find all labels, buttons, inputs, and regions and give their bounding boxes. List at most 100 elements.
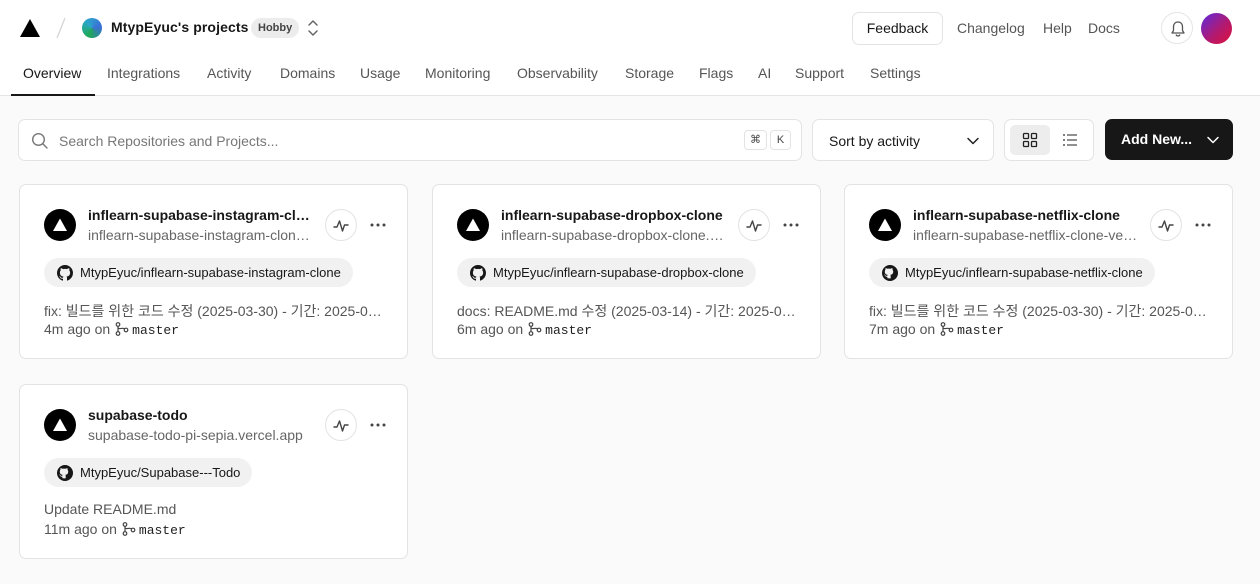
triangle-logo-icon <box>53 418 67 431</box>
project-card[interactable]: inflearn-supabase-netflix-clone inflearn… <box>844 184 1233 359</box>
project-card[interactable]: supabase-todo supabase-todo-pi-sepia.ver… <box>19 384 408 559</box>
github-icon <box>470 265 486 281</box>
docs-link[interactable]: Docs <box>1088 20 1120 36</box>
team-avatar[interactable] <box>82 18 102 38</box>
tab-bar: Overview Integrations Activity Domains U… <box>0 56 1260 96</box>
branch-name[interactable]: master <box>139 523 186 538</box>
search-icon <box>31 132 48 149</box>
branch-name[interactable]: master <box>957 323 1004 338</box>
bell-icon <box>1171 21 1185 37</box>
tab-ai[interactable]: AI <box>758 65 771 81</box>
activity-pulse-icon <box>1158 220 1174 232</box>
git-repository-link[interactable]: MtypEyuc/inflearn-supabase-netflix-clone <box>869 258 1155 287</box>
project-url[interactable]: inflearn-supabase-instagram-clone.vercel… <box>88 227 313 243</box>
grid-icon <box>1022 132 1038 148</box>
sort-select[interactable]: Sort by activity <box>812 119 994 161</box>
repository-name: MtypEyuc/inflearn-supabase-netflix-clone <box>905 265 1143 280</box>
tab-integrations[interactable]: Integrations <box>107 65 180 81</box>
add-new-button[interactable]: Add New... <box>1105 119 1233 160</box>
activity-button[interactable] <box>1150 209 1182 241</box>
git-repository-link[interactable]: MtypEyuc/inflearn-supabase-instagram-clo… <box>44 258 353 287</box>
project-url[interactable]: inflearn-supabase-dropbox-clone.vercel.a… <box>501 227 726 243</box>
shortcut-key-cmd: ⌘ <box>744 130 767 150</box>
tab-flags[interactable]: Flags <box>699 65 733 81</box>
tab-domains[interactable]: Domains <box>280 65 335 81</box>
commit-message[interactable]: fix: 빌드를 위한 코드 수정 (2025-03-30) - 기간: 202… <box>869 301 1214 321</box>
vercel-logo-icon[interactable] <box>20 19 40 37</box>
tab-observability[interactable]: Observability <box>517 65 598 81</box>
activity-pulse-icon <box>333 420 349 432</box>
feedback-button[interactable]: Feedback <box>852 12 943 45</box>
breadcrumb-separator-icon <box>56 17 66 39</box>
project-name[interactable]: inflearn-supabase-dropbox-clone <box>501 207 726 223</box>
project-logo <box>44 409 76 441</box>
team-name[interactable]: MtypEyuc's projects <box>111 19 249 35</box>
project-name[interactable]: inflearn-supabase-netflix-clone <box>913 207 1138 223</box>
more-options-button[interactable] <box>781 215 801 235</box>
activity-button[interactable] <box>325 409 357 441</box>
help-link[interactable]: Help <box>1043 20 1072 36</box>
triangle-logo-icon <box>878 218 892 231</box>
search-input[interactable] <box>59 130 719 152</box>
more-horizontal-icon <box>370 423 386 427</box>
more-options-button[interactable] <box>368 415 388 435</box>
list-icon <box>1063 134 1077 146</box>
more-options-button[interactable] <box>368 215 388 235</box>
repository-name: MtypEyuc/Supabase---Todo <box>80 465 241 480</box>
commit-time: 7m ago on <box>869 321 936 337</box>
more-options-button[interactable] <box>1193 215 1213 235</box>
sort-select-value: Sort by activity <box>829 133 921 149</box>
commit-time: 11m ago on <box>44 521 117 537</box>
chevron-down-icon <box>967 137 979 145</box>
tab-activity[interactable]: Activity <box>207 65 251 81</box>
git-repository-link[interactable]: MtypEyuc/Supabase---Todo <box>44 458 253 487</box>
activity-button[interactable] <box>325 209 357 241</box>
commit-time: 6m ago on <box>457 321 524 337</box>
github-icon <box>57 465 73 481</box>
project-url[interactable]: supabase-todo-pi-sepia.vercel.app <box>88 427 313 443</box>
changelog-link[interactable]: Changelog <box>957 20 1025 36</box>
more-horizontal-icon <box>1195 223 1211 227</box>
top-navigation: MtypEyuc's projects Hobby Feedback Chang… <box>0 0 1260 96</box>
commit-message[interactable]: Update README.md <box>44 501 389 517</box>
tab-monitoring[interactable]: Monitoring <box>425 65 490 81</box>
branch-name[interactable]: master <box>132 323 179 338</box>
triangle-logo-icon <box>466 218 480 231</box>
commit-message[interactable]: fix: 빌드를 위한 코드 수정 (2025-03-30) - 기간: 202… <box>44 301 389 321</box>
project-card[interactable]: inflearn-supabase-dropbox-clone inflearn… <box>432 184 821 359</box>
tab-usage[interactable]: Usage <box>360 65 400 81</box>
project-card[interactable]: inflearn-supabase-instagram-clone inflea… <box>19 184 408 359</box>
plan-badge: Hobby <box>251 18 300 38</box>
tab-support[interactable]: Support <box>795 65 844 81</box>
project-logo <box>44 209 76 241</box>
list-view-button[interactable] <box>1050 125 1090 155</box>
tab-storage[interactable]: Storage <box>625 65 674 81</box>
header-row: MtypEyuc's projects Hobby Feedback Chang… <box>0 0 1260 56</box>
grid-view-button[interactable] <box>1010 125 1050 155</box>
more-horizontal-icon <box>783 223 799 227</box>
project-logo <box>457 209 489 241</box>
project-url[interactable]: inflearn-supabase-netflix-clone-vercel.a… <box>913 227 1138 243</box>
commit-meta: 7m ago on master <box>869 321 1004 338</box>
activity-button[interactable] <box>738 209 770 241</box>
commit-message[interactable]: docs: README.md 수정 (2025-03-14) - 기간: 20… <box>457 301 802 321</box>
user-avatar[interactable] <box>1201 13 1232 44</box>
more-horizontal-icon <box>370 223 386 227</box>
triangle-logo-icon <box>53 218 67 231</box>
git-branch-icon <box>122 522 136 536</box>
tab-overview[interactable]: Overview <box>23 65 81 81</box>
tab-settings[interactable]: Settings <box>870 65 921 81</box>
search-box[interactable]: ⌘ K <box>18 119 802 161</box>
project-name[interactable]: supabase-todo <box>88 407 313 423</box>
activity-pulse-icon <box>333 220 349 232</box>
project-name[interactable]: inflearn-supabase-instagram-clone <box>88 207 313 223</box>
commit-meta: 6m ago on master <box>457 321 592 338</box>
view-toggle <box>1004 119 1094 161</box>
github-icon <box>57 265 73 281</box>
branch-name[interactable]: master <box>545 323 592 338</box>
git-branch-icon <box>115 322 129 336</box>
chevron-up-down-icon[interactable] <box>305 19 321 37</box>
git-repository-link[interactable]: MtypEyuc/inflearn-supabase-dropbox-clone <box>457 258 756 287</box>
repository-name: MtypEyuc/inflearn-supabase-instagram-clo… <box>80 265 341 280</box>
notifications-button[interactable] <box>1161 12 1193 44</box>
